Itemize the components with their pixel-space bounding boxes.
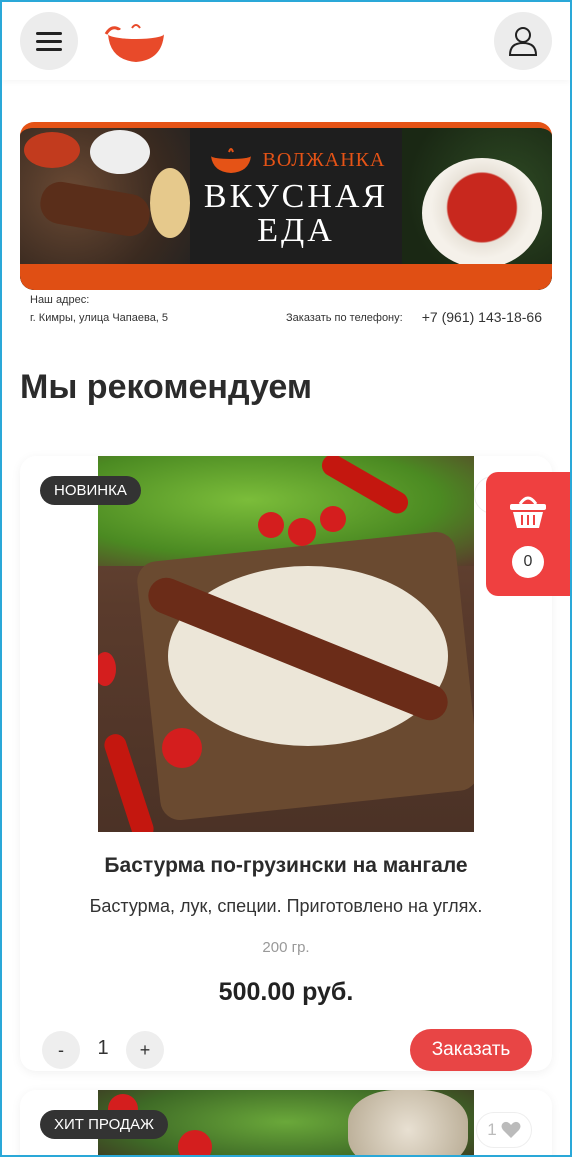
- user-profile-button[interactable]: [494, 12, 552, 70]
- phone-label: Заказать по телефону:: [286, 312, 403, 324]
- product-description: Бастурма, лук, специи. Приготовлено на у…: [89, 896, 483, 916]
- banner-brand: ВОЛЖАНКА: [262, 148, 386, 171]
- section-title: Мы рекомендуем: [20, 368, 313, 406]
- product-image[interactable]: [98, 456, 474, 832]
- address-label: Наш адрес:: [30, 294, 90, 306]
- hamburger-menu-icon: [36, 27, 62, 56]
- bowl-emblem-icon: [210, 148, 251, 173]
- banner-slogan-line1: ВКУСНАЯ: [203, 178, 389, 215]
- header: [2, 2, 570, 80]
- product-card: НОВИНКА 2 Бастурма по-грузински на манга…: [20, 456, 552, 1071]
- banner-contact-info: Наш адрес: г. Кимры, улица Чапаева, 5 За…: [20, 292, 552, 332]
- order-button[interactable]: Заказать: [410, 1029, 532, 1071]
- quantity-minus-button[interactable]: -: [42, 1031, 80, 1069]
- user-profile-icon: [508, 27, 538, 56]
- promo-banner[interactable]: ВОЛЖАНКА ВКУСНАЯ ЕДА Наш адрес: г. Кимры…: [20, 122, 552, 332]
- address-text: г. Кимры, улица Чапаева, 5: [30, 312, 169, 324]
- banner-stripe: [20, 264, 552, 290]
- shopping-basket-icon: [510, 496, 546, 528]
- product-badge: ХИТ ПРОДАЖ: [40, 1110, 168, 1139]
- product-price: 500.00 руб.: [218, 978, 354, 1006]
- product-card: ХИТ ПРОДАЖ 1: [20, 1090, 552, 1155]
- phone-number[interactable]: +7 (961) 143-18-66: [422, 309, 542, 325]
- menu-button[interactable]: [20, 12, 78, 70]
- page: ВОЛЖАНКА ВКУСНАЯ ЕДА Наш адрес: г. Кимры…: [2, 2, 570, 1155]
- quantity-value: 1: [97, 1037, 109, 1059]
- cart-count: 0: [512, 546, 544, 578]
- product-weight: 200 гр.: [262, 939, 310, 956]
- like-count: 1: [487, 1120, 497, 1139]
- banner-slogan-line2: ЕДА: [257, 212, 335, 249]
- product-badge: НОВИНКА: [40, 476, 141, 505]
- product-title[interactable]: Бастурма по-грузински на мангале: [20, 854, 552, 878]
- cart-button[interactable]: 0: [486, 472, 570, 596]
- banner-image: ВОЛЖАНКА ВКУСНАЯ ЕДА: [20, 122, 552, 290]
- like-button[interactable]: 1: [476, 1112, 532, 1148]
- quantity-plus-button[interactable]: +: [126, 1031, 164, 1069]
- heart-icon: [501, 1121, 521, 1138]
- bowl-logo-icon[interactable]: [102, 20, 170, 64]
